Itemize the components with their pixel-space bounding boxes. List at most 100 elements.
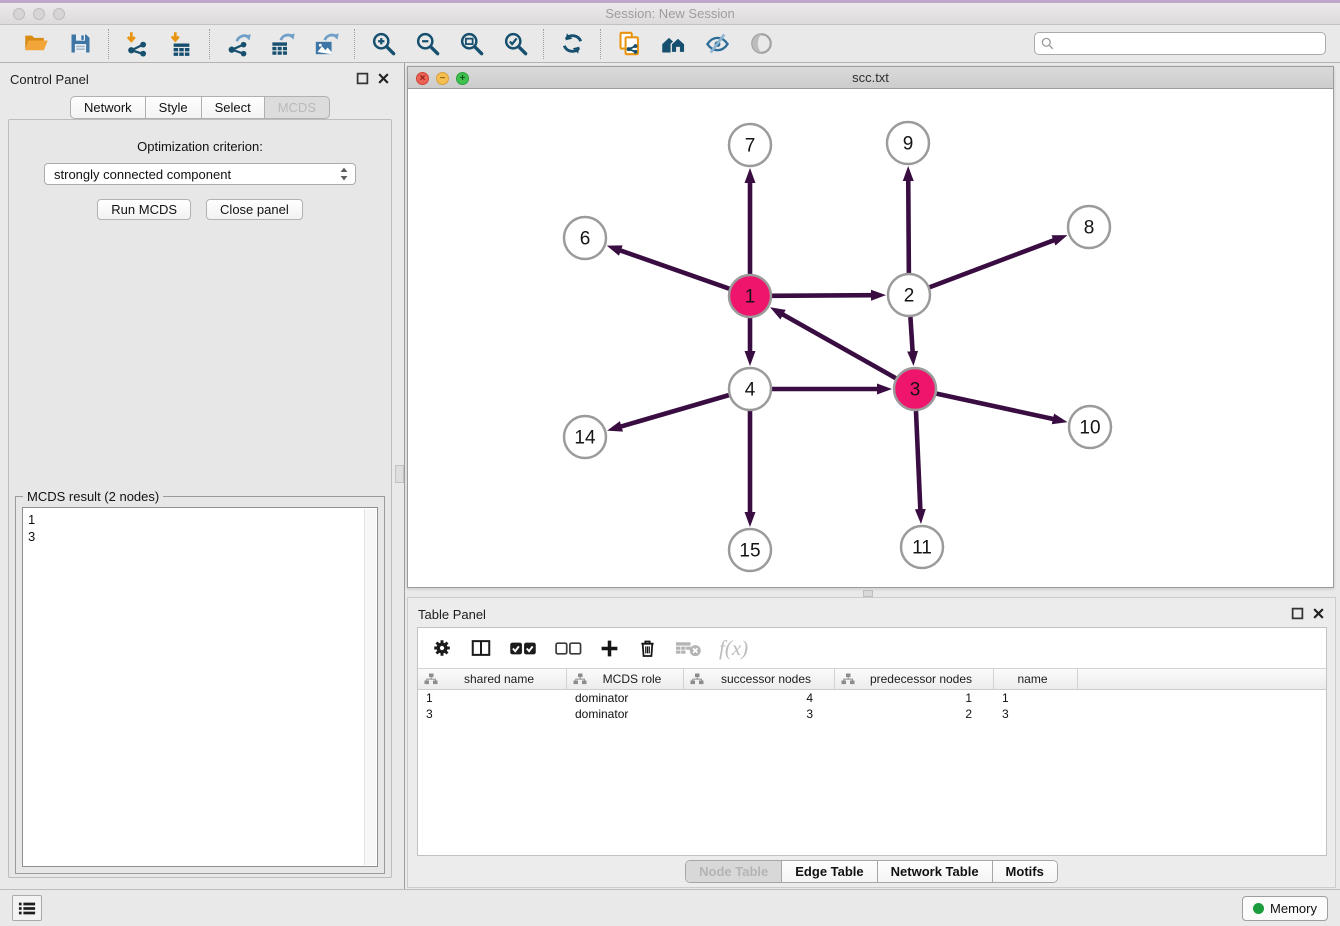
- bird-eye-view-icon[interactable]: [745, 28, 777, 60]
- network-window-titlebar[interactable]: × − + scc.txt: [408, 67, 1333, 89]
- mcds-result-line: 3: [28, 528, 372, 545]
- graph-edge-3-10[interactable]: [936, 394, 1053, 419]
- tab-network-table[interactable]: Network Table: [877, 861, 992, 882]
- show-hide-details-icon[interactable]: [701, 28, 733, 60]
- export-image-icon[interactable]: [310, 28, 342, 60]
- graph-node-label: 2: [904, 286, 915, 307]
- deselect-all-columns-icon[interactable]: [554, 640, 582, 657]
- session-title: Session: New Session: [0, 6, 1340, 21]
- control-panel-tabs: NetworkStyleSelectMCDS: [0, 96, 400, 119]
- tab-motifs[interactable]: Motifs: [992, 861, 1057, 882]
- zoom-out-icon[interactable]: [411, 28, 443, 60]
- tab-network[interactable]: Network: [70, 96, 146, 119]
- zoom-fit-icon[interactable]: [455, 28, 487, 60]
- task-history-button[interactable]: [12, 895, 42, 921]
- graph-edge-4-14[interactable]: [621, 395, 729, 427]
- table-cell: 2: [835, 706, 994, 722]
- import-network-icon[interactable]: [121, 28, 153, 60]
- save-session-icon[interactable]: [64, 28, 96, 60]
- table-cell: dominator: [567, 706, 684, 722]
- select-spinner-icon: [339, 166, 349, 182]
- network-window-title: scc.txt: [408, 70, 1333, 85]
- tab-mcds[interactable]: MCDS: [265, 96, 330, 119]
- delete-table-icon: [675, 639, 702, 658]
- float-table-panel-icon[interactable]: [1291, 607, 1304, 620]
- graph-edge-1-6[interactable]: [620, 250, 729, 288]
- mcds-result-line: 1: [28, 511, 372, 528]
- graph-edge-2-3[interactable]: [910, 317, 912, 352]
- table-toolbar: f(x): [418, 628, 1326, 668]
- create-column-plus-icon[interactable]: [599, 638, 620, 659]
- graph-node-label: 8: [1084, 218, 1095, 239]
- duplicate-network-icon[interactable]: [613, 28, 645, 60]
- column-header-MCDS-role[interactable]: MCDS role: [567, 669, 684, 689]
- table-header-row: shared nameMCDS rolesuccessor nodesprede…: [418, 668, 1326, 690]
- table-cell: 1: [418, 690, 567, 706]
- export-network-icon[interactable]: [222, 28, 254, 60]
- graph-node-label: 7: [745, 136, 756, 157]
- graph-edge-2-9[interactable]: [908, 180, 909, 273]
- graph-node-label: 3: [910, 380, 921, 401]
- table-panel-title: Table Panel: [418, 607, 486, 622]
- graph-node-label: 1: [745, 287, 756, 308]
- column-header-name[interactable]: name: [994, 669, 1078, 689]
- table-cell: 1: [994, 690, 1078, 706]
- tab-edge-table[interactable]: Edge Table: [781, 861, 876, 882]
- zoom-selected-icon[interactable]: [499, 28, 531, 60]
- memory-label: Memory: [1270, 901, 1317, 916]
- network-canvas[interactable]: 7968124314101511: [408, 89, 1333, 587]
- column-header-successor-nodes[interactable]: successor nodes: [684, 669, 835, 689]
- open-session-icon[interactable]: [20, 28, 52, 60]
- mcds-result-textarea[interactable]: 13: [22, 507, 378, 867]
- status-bar: Memory: [0, 889, 1340, 926]
- close-panel-button[interactable]: Close panel: [206, 199, 303, 220]
- main-toolbar: [0, 25, 1340, 63]
- list-icon: [18, 901, 36, 916]
- graph-node-label: 4: [745, 380, 756, 401]
- table-row[interactable]: 3dominator323: [418, 706, 1326, 722]
- table-cell: 3: [684, 706, 835, 722]
- graph-node-label: 6: [580, 229, 591, 250]
- delete-column-trash-icon[interactable]: [637, 638, 658, 659]
- graph-edge-3-1[interactable]: [782, 314, 896, 378]
- run-mcds-button[interactable]: Run MCDS: [97, 199, 191, 220]
- apply-layout-icon[interactable]: [556, 28, 588, 60]
- search-input[interactable]: [1055, 33, 1320, 54]
- graph-edge-1-2[interactable]: [772, 295, 872, 296]
- graph-edge-2-8[interactable]: [930, 240, 1055, 287]
- optimization-select[interactable]: strongly connected component: [44, 163, 356, 185]
- result-scrollbar[interactable]: [364, 509, 376, 865]
- panel-splitter-handle[interactable]: [395, 465, 404, 483]
- select-all-columns-icon[interactable]: [509, 640, 537, 657]
- node-table: f(x) shared nameMCDS rolesuccessor nodes…: [417, 627, 1327, 856]
- column-header-predecessor-nodes[interactable]: predecessor nodes: [835, 669, 994, 689]
- graph-node-label: 11: [912, 538, 932, 559]
- horizontal-splitter-handle[interactable]: [863, 590, 873, 597]
- table-cell: dominator: [567, 690, 684, 706]
- mcds-result-title: MCDS result (2 nodes): [23, 489, 163, 504]
- import-table-icon[interactable]: [165, 28, 197, 60]
- table-row[interactable]: 1dominator411: [418, 690, 1326, 706]
- float-panel-icon[interactable]: [356, 72, 369, 85]
- search-icon: [1040, 36, 1055, 51]
- mcds-result-group: MCDS result (2 nodes) 13: [15, 496, 385, 874]
- search-field[interactable]: [1034, 32, 1326, 55]
- control-panel: Control Panel NetworkStyleSelectMCDS Opt…: [0, 63, 400, 889]
- memory-button[interactable]: Memory: [1242, 896, 1328, 921]
- tab-select[interactable]: Select: [202, 96, 265, 119]
- optimization-select-value: strongly connected component: [54, 167, 339, 182]
- tab-node-table[interactable]: Node Table: [686, 861, 781, 882]
- tab-style[interactable]: Style: [146, 96, 202, 119]
- table-tabs: Node TableEdge TableNetwork TableMotifs: [408, 860, 1335, 883]
- close-panel-icon[interactable]: [377, 72, 390, 85]
- graph-edge-3-11[interactable]: [916, 411, 920, 510]
- first-neighbors-icon[interactable]: [657, 28, 689, 60]
- zoom-in-icon[interactable]: [367, 28, 399, 60]
- table-settings-gear-icon[interactable]: [431, 637, 453, 659]
- column-header-shared-name[interactable]: shared name: [418, 669, 567, 689]
- graph-node-label: 9: [903, 134, 914, 155]
- application-window: Session: New Session: [0, 0, 1340, 926]
- show-column-panel-icon[interactable]: [470, 637, 492, 659]
- export-table-icon[interactable]: [266, 28, 298, 60]
- close-table-panel-icon[interactable]: [1312, 607, 1325, 620]
